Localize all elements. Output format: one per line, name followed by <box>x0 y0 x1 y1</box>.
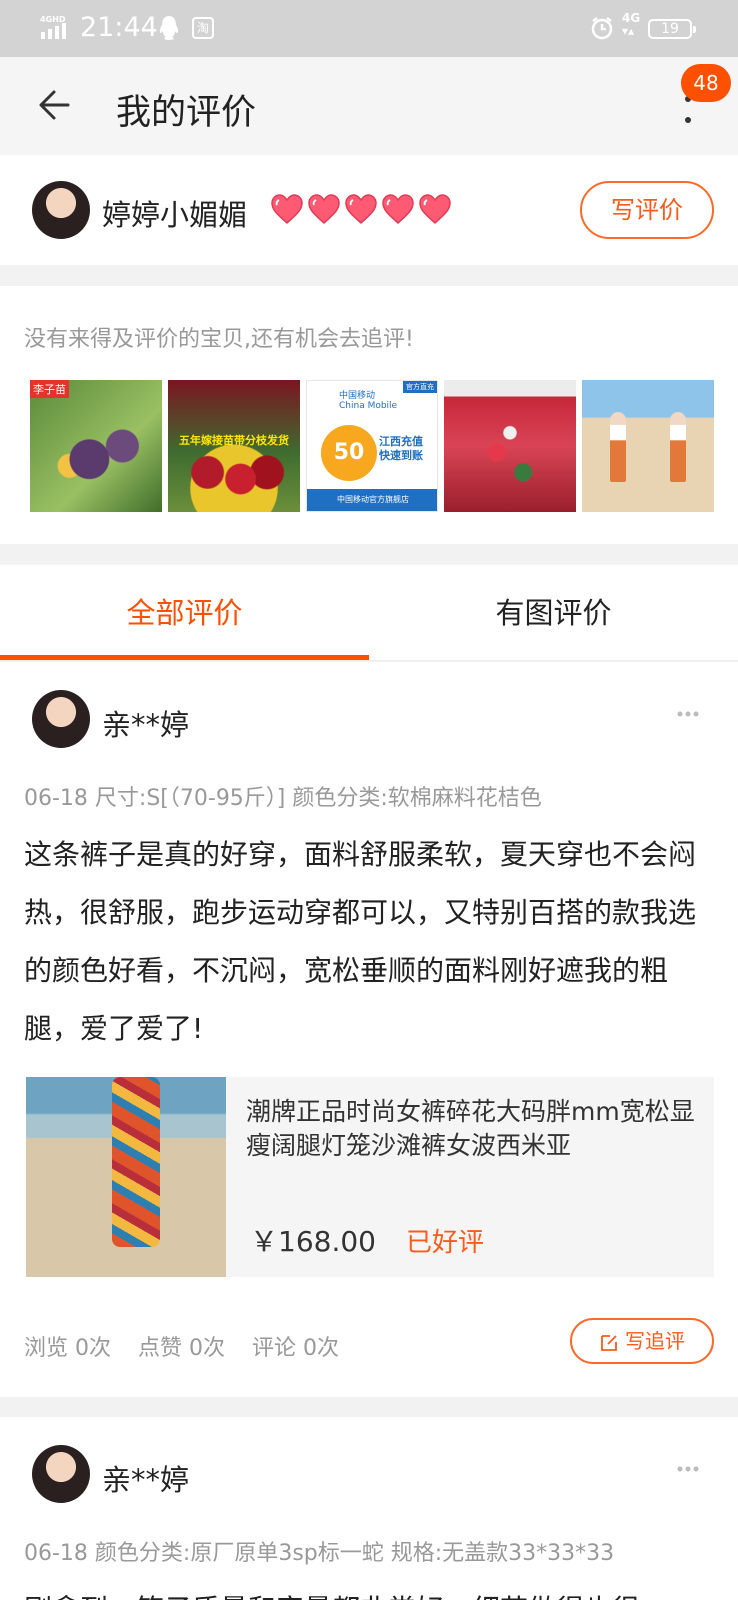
product-title: 潮牌正品时尚女裤碎花大码胖mm宽松显瘦阔腿灯笼沙滩裤女波西米亚 <box>246 1097 695 1160</box>
follow-up-label: 写追评 <box>625 1329 685 1353</box>
pending-item-dress[interactable] <box>444 380 576 512</box>
edit-icon <box>601 1334 617 1351</box>
heart-icon <box>271 194 303 225</box>
follow-up-review-button[interactable]: 写追评 <box>570 1318 714 1364</box>
write-review-button[interactable]: 写评价 <box>580 181 714 239</box>
pending-item-plum[interactable]: 李子苗 <box>30 380 162 512</box>
review-text: 这条裤子是真的好穿，面料舒服柔软，夏天穿也不会闷热，很舒服，跑步运动穿都可以，又… <box>24 838 697 1045</box>
pending-item-pants[interactable] <box>582 380 714 512</box>
avatar[interactable] <box>32 181 90 239</box>
review-stats: 浏览 0次 点赞 0次 评论 0次 <box>24 1330 359 1362</box>
thumb-caption: 五年嫁接苗带分枝发货 <box>179 434 289 447</box>
review-status: 已好评 <box>406 1228 485 1258</box>
pending-reviews-section: 没有来得及评价的宝贝,还有机会去追评! 李子苗 五年嫁接苗带分枝发货 中国移动 … <box>0 286 738 544</box>
status-bar: 4GHD 21:44 淘 4G ▾▴ 19 <box>0 0 738 57</box>
heart-icon <box>419 194 451 225</box>
avatar[interactable] <box>32 1445 90 1503</box>
product-image <box>26 1077 226 1277</box>
profile-row: 婷婷小媚媚 写评价 <box>0 155 738 265</box>
nav-bar: 我的评价 48 <box>0 57 738 155</box>
status-time: 21:44 <box>80 12 158 43</box>
reviewed-product[interactable]: 潮牌正品时尚女裤碎花大码胖mm宽松显瘦阔腿灯笼沙滩裤女波西米亚 ￥168.00 … <box>26 1077 714 1277</box>
review-card: 亲**婷 06-18 尺寸:S[（70-95斤）] 颜色分类:软棉麻料花桔色 这… <box>0 662 738 1397</box>
reputation-hearts <box>270 193 452 227</box>
store-name-bar: 中国移动官方旗舰店 <box>307 489 437 511</box>
reviewer-name: 亲**婷 <box>102 708 190 742</box>
model-figure <box>670 412 686 482</box>
signal-icon: 4GHD <box>40 15 66 39</box>
review-card: 亲**婷 06-18 颜色分类:原厂原单3sp标一蛇 规格:无盖款33*33*3… <box>0 1417 738 1600</box>
back-arrow-icon[interactable] <box>36 85 76 125</box>
heart-icon <box>345 194 377 225</box>
tab-image-reviews[interactable]: 有图评价 <box>369 565 738 661</box>
alarm-icon <box>591 17 613 40</box>
model-figure <box>610 412 626 482</box>
heart-icon <box>308 194 340 225</box>
review-stats-row: 浏览 0次 点赞 0次 评论 0次 写追评 <box>0 1300 738 1390</box>
review-meta: 06-18 尺寸:S[（70-95斤）] 颜色分类:软棉麻料花桔色 <box>24 786 542 811</box>
china-mobile-logo: 中国移动 China Mobile <box>339 391 398 411</box>
qq-icon <box>159 16 179 40</box>
heart-icon <box>382 194 414 225</box>
reviewer-name: 亲**婷 <box>102 1463 190 1497</box>
likes-count: 点赞 0次 <box>138 1336 225 1361</box>
thumb-corner-label: 官方直充 <box>403 381 437 393</box>
svg-text:4GHD: 4GHD <box>40 15 66 24</box>
page-title: 我的评价 <box>116 93 257 133</box>
battery-icon: 19 <box>648 19 696 39</box>
review-tabs: 全部评价 有图评价 <box>0 565 738 661</box>
tab-all-reviews[interactable]: 全部评价 <box>0 565 369 661</box>
thumb-tag: 李子苗 <box>30 380 69 398</box>
review-meta: 06-18 颜色分类:原厂原单3sp标一蛇 规格:无盖款33*33*33 <box>24 1541 615 1566</box>
pending-hint: 没有来得及评价的宝贝,还有机会去追评! <box>24 327 414 352</box>
product-price: ￥168.00 <box>250 1225 376 1258</box>
review-text: 刚拿到，箱子质量和容量都非常好，细节做得也很 <box>24 1581 714 1600</box>
network-indicator: 4G ▾▴ <box>622 11 641 38</box>
taobao-icon: 淘 <box>192 17 214 39</box>
more-dots-icon[interactable] <box>676 1464 700 1474</box>
views-count: 浏览 0次 <box>24 1336 111 1361</box>
recharge-amount: 50 <box>321 425 377 481</box>
active-tab-indicator <box>0 655 369 660</box>
pending-item-recharge[interactable]: 中国移动 China Mobile 官方直充 50 江西充值 快速到账 中国移动… <box>306 380 438 512</box>
recharge-text: 江西充值 快速到账 <box>379 435 423 462</box>
more-dots-icon[interactable] <box>676 709 700 719</box>
notification-badge: 48 <box>681 64 731 102</box>
pending-thumbnails: 李子苗 五年嫁接苗带分枝发货 中国移动 China Mobile 官方直充 50… <box>30 380 714 512</box>
avatar[interactable] <box>32 690 90 748</box>
user-name: 婷婷小媚媚 <box>102 198 248 232</box>
pending-item-cherry[interactable]: 五年嫁接苗带分枝发货 <box>168 380 300 512</box>
comments-count: 评论 0次 <box>252 1336 339 1361</box>
